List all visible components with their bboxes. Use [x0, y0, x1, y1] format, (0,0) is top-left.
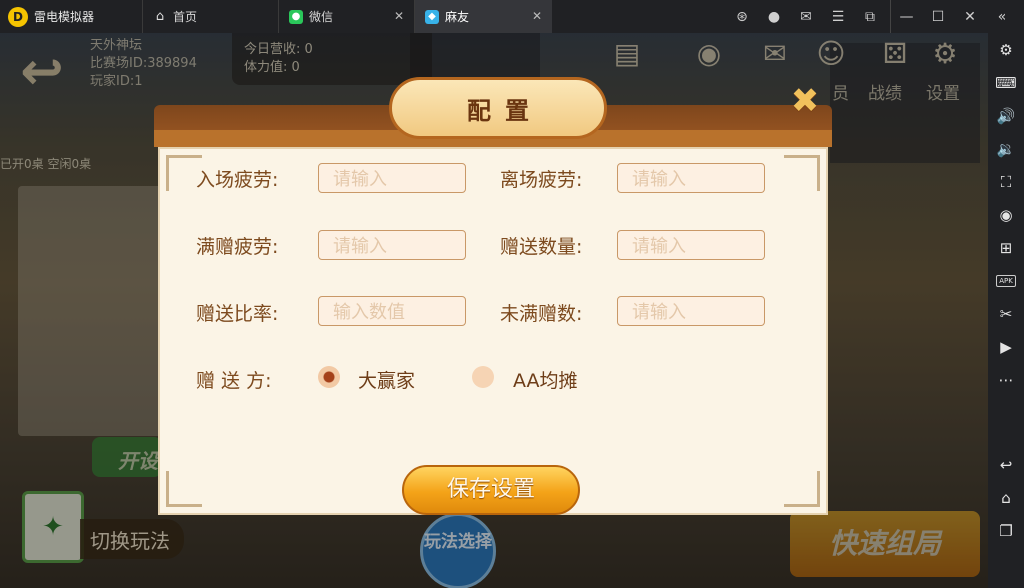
gift-amount-input[interactable]	[617, 230, 765, 260]
big-winner-label[interactable]: 大赢家	[358, 366, 415, 393]
window-controls: ⊛ ● ✉ ☰ ⧉ — ☐ ✕ «	[726, 0, 1024, 33]
close-icon[interactable]: ✕	[954, 0, 986, 33]
tab-close-icon[interactable]: ✕	[392, 9, 406, 23]
corner-ornament	[784, 155, 820, 191]
gift-from-label: 赠 送 方:	[196, 370, 272, 392]
more-icon[interactable]: ⋯	[988, 363, 1024, 396]
tab-home[interactable]: ⌂ 首页	[142, 0, 278, 33]
recent-apps-icon[interactable]: ❐	[988, 514, 1024, 547]
fullscreen-icon[interactable]: ⛶	[988, 165, 1024, 198]
menu-icon[interactable]: ☰	[822, 0, 854, 33]
tab-wechat-label: 微信	[309, 10, 334, 24]
gift-ratio-label: 赠送比率:	[196, 303, 279, 325]
app-name: 雷电模拟器	[34, 10, 95, 24]
big-winner-radio[interactable]	[318, 366, 340, 388]
tab-home-label: 首页	[173, 10, 198, 24]
video-icon[interactable]: ▶	[988, 330, 1024, 363]
config-dialog: 配置 ✖ 入场疲劳: 离场疲劳: 满赠疲劳: 赠送数量: 赠送比率: 未满赠数:…	[154, 77, 832, 515]
collapse-sidebar-icon[interactable]: «	[986, 0, 1018, 33]
gamepad-icon[interactable]: ⊛	[726, 0, 758, 33]
tab-mahjong-label: 麻友	[445, 10, 470, 24]
full-gift-fatigue-input[interactable]	[318, 230, 466, 260]
dialog-close-icon[interactable]: ✖	[787, 83, 823, 119]
corner-ornament	[166, 471, 202, 507]
tab-close-icon[interactable]: ✕	[530, 9, 544, 23]
save-settings-button[interactable]: 保存设置	[402, 465, 580, 515]
dialog-body: 入场疲劳: 离场疲劳: 满赠疲劳: 赠送数量: 赠送比率: 未满赠数: 赠 送 …	[158, 147, 828, 515]
unfilled-gift-input[interactable]	[617, 296, 765, 326]
unfilled-gift-label: 未满赠数:	[500, 303, 583, 325]
volume-down-icon[interactable]: 🔉	[988, 132, 1024, 165]
tab-wechat[interactable]: ● 微信 ✕	[278, 0, 414, 33]
entry-fatigue-input[interactable]	[318, 163, 466, 193]
apk-install-icon[interactable]: APK	[988, 264, 1024, 297]
mail-icon[interactable]: ✉	[790, 0, 822, 33]
maximize-icon[interactable]: ☐	[922, 0, 954, 33]
corner-ornament	[784, 471, 820, 507]
gift-ratio-input[interactable]	[318, 296, 466, 326]
keyboard-icon[interactable]: ⌨	[988, 66, 1024, 99]
exit-fatigue-label: 离场疲劳:	[500, 169, 583, 191]
aa-split-label[interactable]: AA均摊	[513, 366, 578, 393]
multi-instance-icon[interactable]: ⊞	[988, 231, 1024, 264]
apk-label: APK	[996, 274, 1016, 287]
account-icon[interactable]: ●	[758, 0, 790, 33]
aa-split-radio[interactable]	[472, 366, 494, 388]
tab-mahjong[interactable]: ◆ 麻友 ✕	[414, 0, 552, 33]
app-brand: D 雷电模拟器	[0, 0, 142, 33]
back-icon[interactable]: ↩	[988, 448, 1024, 481]
emulator-sidebar: ⚙ ⌨ 🔊 🔉 ⛶ ◉ ⊞ APK ✂ ▶ ⋯ ↩ ⌂ ❐	[988, 33, 1024, 588]
window-restore-icon[interactable]: ⧉	[854, 0, 886, 33]
volume-up-icon[interactable]: 🔊	[988, 99, 1024, 132]
gift-amount-label: 赠送数量:	[500, 236, 583, 258]
settings-icon[interactable]: ⚙	[988, 33, 1024, 66]
emulator-logo-icon: D	[8, 6, 28, 27]
home-icon: ⌂	[155, 9, 165, 24]
entry-fatigue-label: 入场疲劳:	[196, 169, 279, 191]
wechat-icon: ●	[289, 9, 303, 24]
dialog-title-plate: 配置	[389, 77, 607, 139]
full-gift-fatigue-label: 满赠疲劳:	[196, 236, 279, 258]
dialog-title: 配置	[467, 95, 543, 125]
home-icon[interactable]: ⌂	[988, 481, 1024, 514]
record-icon[interactable]: ◉	[988, 198, 1024, 231]
exit-fatigue-input[interactable]	[617, 163, 765, 193]
mahjong-app-icon: ◆	[425, 9, 439, 24]
scissors-icon[interactable]: ✂	[988, 297, 1024, 330]
emulator-title-bar: D 雷电模拟器 ⌂ 首页 ● 微信 ✕ ◆ 麻友 ✕ ⊛ ● ✉ ☰ ⧉ — ☐…	[0, 0, 1024, 33]
minimize-icon[interactable]: —	[890, 0, 922, 33]
